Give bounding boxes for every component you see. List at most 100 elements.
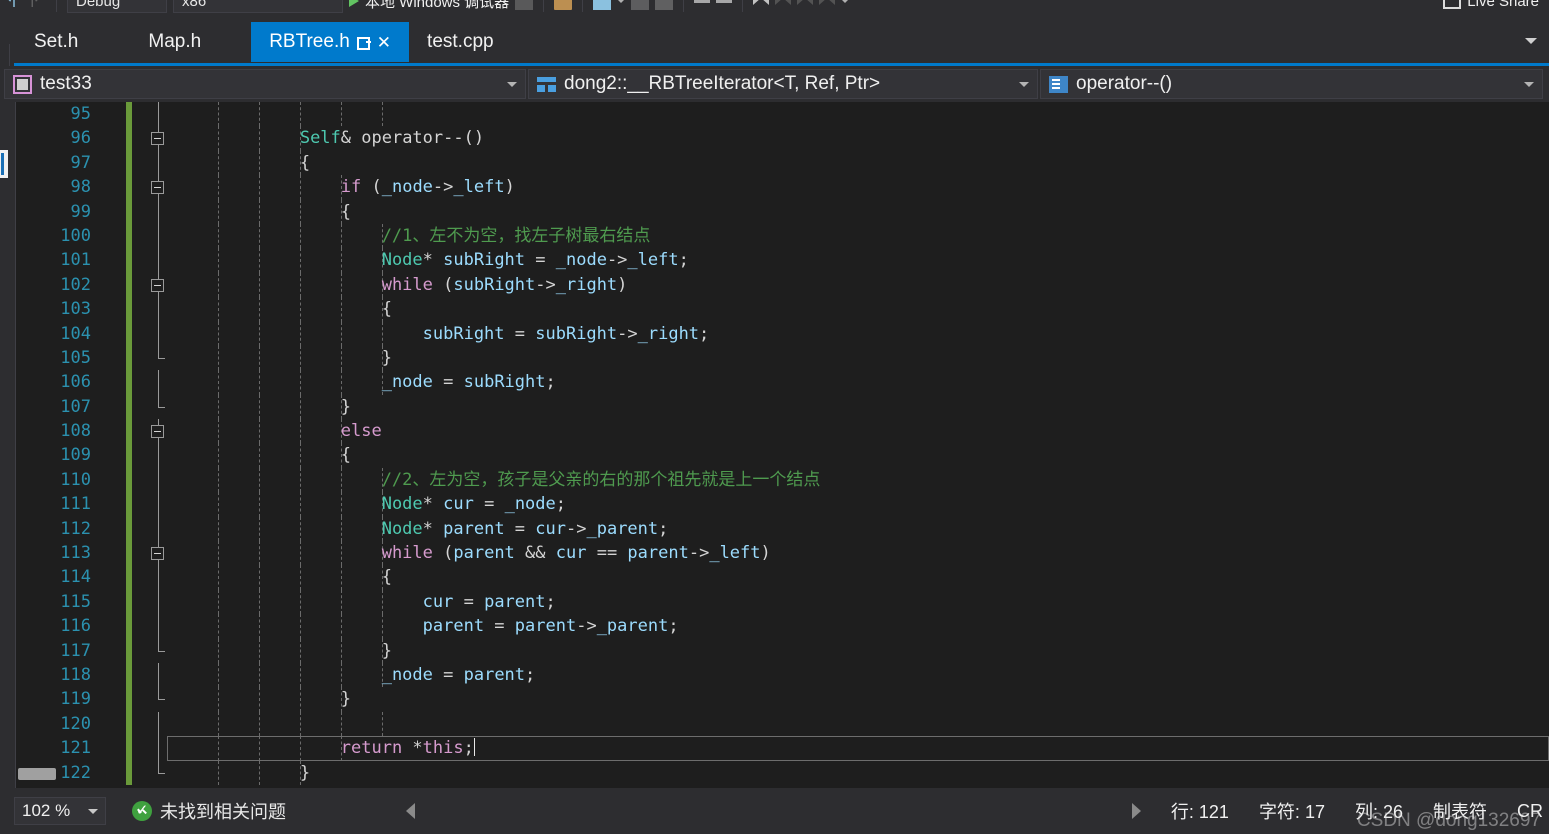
tab-set-h[interactable]: Set.h <box>14 22 126 62</box>
tab-map-h[interactable]: Map.h <box>126 22 251 62</box>
chevron-down-icon[interactable] <box>1525 38 1537 44</box>
back-arrow-icon[interactable]: ↰ <box>4 0 22 11</box>
scroll-right-icon[interactable] <box>1131 803 1141 819</box>
platform-dropdown[interactable]: x86 <box>173 0 343 13</box>
fold-column[interactable] <box>148 223 170 249</box>
magnifier-icon[interactable] <box>554 0 573 10</box>
fold-column[interactable] <box>148 150 170 176</box>
scroll-left-icon[interactable] <box>406 803 415 819</box>
live-share-button[interactable]: Live Share <box>1443 0 1549 10</box>
fold-column[interactable] <box>148 345 170 370</box>
code-line[interactable]: 120 <box>17 711 1549 737</box>
chevron-down-icon[interactable] <box>841 0 850 3</box>
project-dropdown[interactable]: test33 <box>4 69 526 99</box>
token-type: Node <box>381 250 423 271</box>
fold-column[interactable] <box>148 662 170 688</box>
dash-icon[interactable] <box>694 0 711 3</box>
code-line[interactable]: 117 } <box>17 638 1549 663</box>
code-line[interactable]: 98 if (_node->_left) <box>17 175 1549 200</box>
bookmark-icon[interactable] <box>753 0 770 5</box>
code-line[interactable]: 113 while (parent && cur == parent->_lef… <box>17 541 1549 566</box>
code-editor[interactable]: 95 96 Self& operator--() 97 {98 if (_node-… <box>0 102 1549 788</box>
chevron-down-icon[interactable] <box>617 0 626 3</box>
fold-column[interactable] <box>148 736 170 761</box>
fold-column[interactable] <box>148 589 170 615</box>
code-line[interactable]: 99 { <box>17 199 1549 224</box>
list-icon[interactable] <box>655 0 674 10</box>
vertical-tab-handle[interactable] <box>0 150 8 178</box>
code-line[interactable]: 118 _node = parent; <box>17 662 1549 688</box>
member-dropdown[interactable]: operator--() <box>1040 69 1543 99</box>
equals-icon[interactable] <box>716 0 733 3</box>
problems-status[interactable]: 未找到相关问题 <box>132 798 286 824</box>
code-line[interactable]: 112 Node* parent = cur->_parent; <box>17 516 1549 542</box>
code-line[interactable]: 121 return *this; <box>17 736 1549 762</box>
code-line[interactable]: 114 { <box>17 565 1549 590</box>
fold-column[interactable] <box>148 492 170 517</box>
fold-column[interactable] <box>148 687 170 711</box>
fold-column[interactable] <box>148 467 170 493</box>
code-line[interactable]: 95 <box>17 102 1549 127</box>
pin-icon[interactable] <box>356 35 371 50</box>
fold-column[interactable] <box>148 321 170 346</box>
collapse-icon[interactable] <box>151 547 164 561</box>
bookmark-outline-icon[interactable] <box>819 0 836 5</box>
fold-column[interactable] <box>148 370 170 395</box>
fold-column[interactable] <box>148 199 170 224</box>
fold-column[interactable] <box>148 638 170 663</box>
fold-column[interactable] <box>148 102 170 127</box>
fold-column[interactable] <box>148 565 170 590</box>
code-line[interactable]: 108 else <box>17 419 1549 444</box>
code-line[interactable]: 97 { <box>17 150 1549 176</box>
code-line[interactable]: 115 cur = parent; <box>17 589 1549 615</box>
collapse-icon[interactable] <box>151 132 164 146</box>
zoom-level-dropdown[interactable]: 102 % <box>14 797 106 825</box>
fold-column[interactable] <box>148 272 170 298</box>
code-line[interactable]: 103 { <box>17 297 1549 322</box>
code-line[interactable]: 109 { <box>17 443 1549 468</box>
code-line[interactable]: 110 //2、左为空，孩子是父亲的右的那个祖先就是上一个结点 <box>17 467 1549 493</box>
code-line[interactable]: 100 //1、左不为空，找左子树最右结点 <box>17 223 1549 249</box>
class-dropdown[interactable]: dong2::__RBTreeIterator<T, Ref, Ptr> <box>528 69 1038 99</box>
close-icon[interactable]: ✕ <box>377 34 391 51</box>
window-icon[interactable] <box>593 0 612 10</box>
code-line[interactable]: 119 } <box>17 687 1549 712</box>
token-id: _node <box>504 494 556 515</box>
code-lines[interactable]: 95 96 Self& operator--() 97 {98 if (_node-… <box>17 102 1549 788</box>
power-icon[interactable] <box>515 0 534 10</box>
debug-config-dropdown[interactable]: Debug <box>67 0 167 13</box>
code-line[interactable]: 122 } <box>17 760 1549 785</box>
collapse-icon[interactable] <box>151 425 164 439</box>
fold-column[interactable] <box>148 297 170 322</box>
fold-column[interactable] <box>148 516 170 542</box>
code-line[interactable]: 102 while (subRight->_right) <box>17 272 1549 298</box>
fold-column[interactable] <box>148 541 170 566</box>
forward-arrow-icon[interactable]: ↱ <box>28 0 46 11</box>
tab-rbtree-h[interactable]: RBTree.h ✕ <box>251 22 410 62</box>
fold-column[interactable] <box>148 248 170 273</box>
collapse-icon[interactable] <box>151 278 164 292</box>
code-line[interactable]: 104 subRight = subRight->_right; <box>17 321 1549 346</box>
fold-column[interactable] <box>148 419 170 444</box>
tab-test-cpp[interactable]: test.cpp <box>409 22 512 62</box>
bookmark-outline-icon[interactable] <box>797 0 814 5</box>
code-line[interactable]: 96 Self& operator--() <box>17 126 1549 151</box>
bookmark-outline-icon[interactable] <box>775 0 792 5</box>
code-line[interactable]: 105 } <box>17 345 1549 371</box>
start-debugging-button[interactable]: 本地 Windows 调试器 <box>349 0 509 12</box>
fold-column[interactable] <box>148 711 170 737</box>
panel-icon[interactable] <box>631 0 650 10</box>
code-line[interactable]: 111 Node* cur = _node; <box>17 492 1549 517</box>
code-line[interactable]: 101 Node* subRight = _node->_left; <box>17 248 1549 273</box>
fold-column[interactable] <box>148 175 170 200</box>
fold-column[interactable] <box>148 760 170 785</box>
collapse-icon[interactable] <box>151 181 164 195</box>
code-line[interactable]: 107 } <box>17 394 1549 420</box>
code-line[interactable]: 106 _node = subRight; <box>17 370 1549 395</box>
fold-column[interactable] <box>148 614 170 639</box>
horizontal-scrollbar-thumb[interactable] <box>18 768 56 780</box>
fold-column[interactable] <box>148 126 170 151</box>
code-line[interactable]: 116 parent = parent->_parent; <box>17 614 1549 639</box>
fold-column[interactable] <box>148 443 170 468</box>
fold-column[interactable] <box>148 394 170 419</box>
